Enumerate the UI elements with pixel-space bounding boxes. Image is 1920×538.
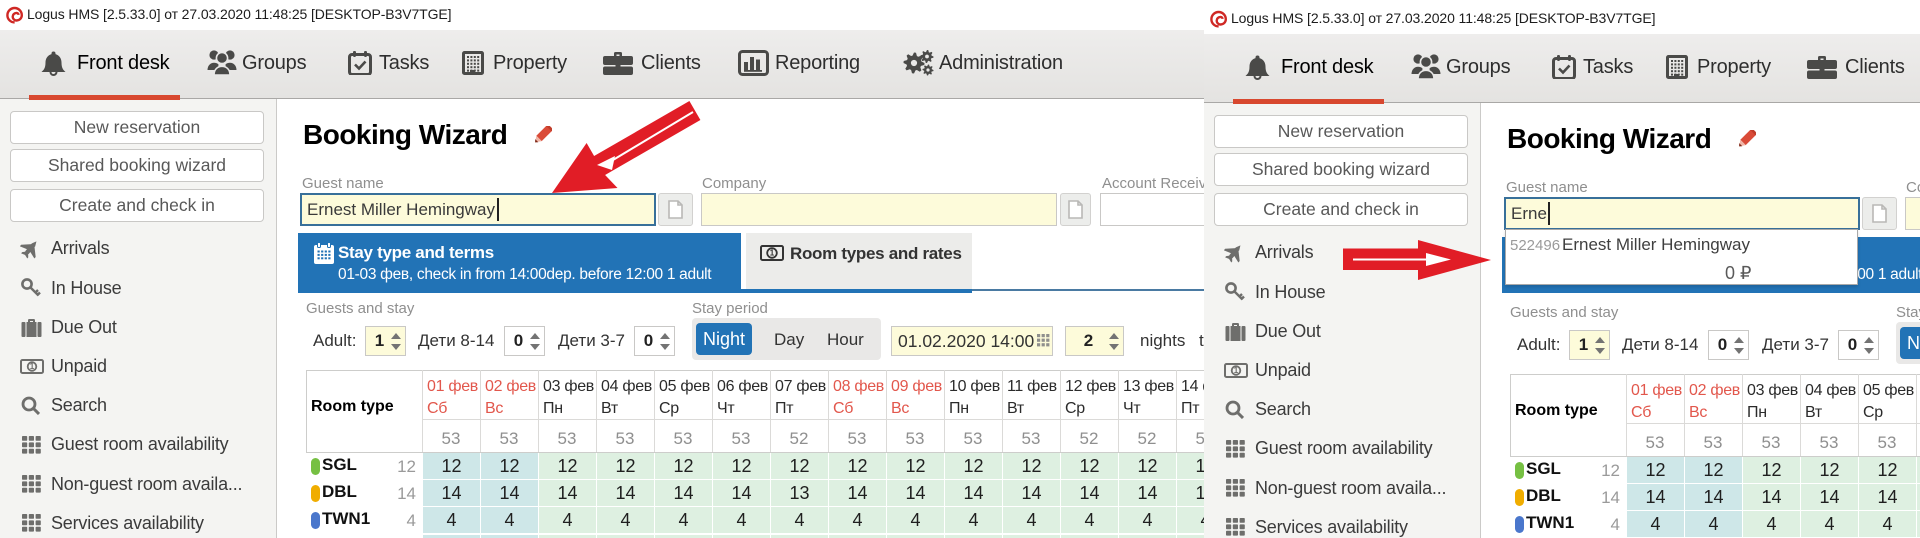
svg-text:1: 1 bbox=[770, 249, 775, 258]
svg-text:1: 1 bbox=[1234, 366, 1239, 375]
svg-text:1: 1 bbox=[30, 362, 35, 371]
